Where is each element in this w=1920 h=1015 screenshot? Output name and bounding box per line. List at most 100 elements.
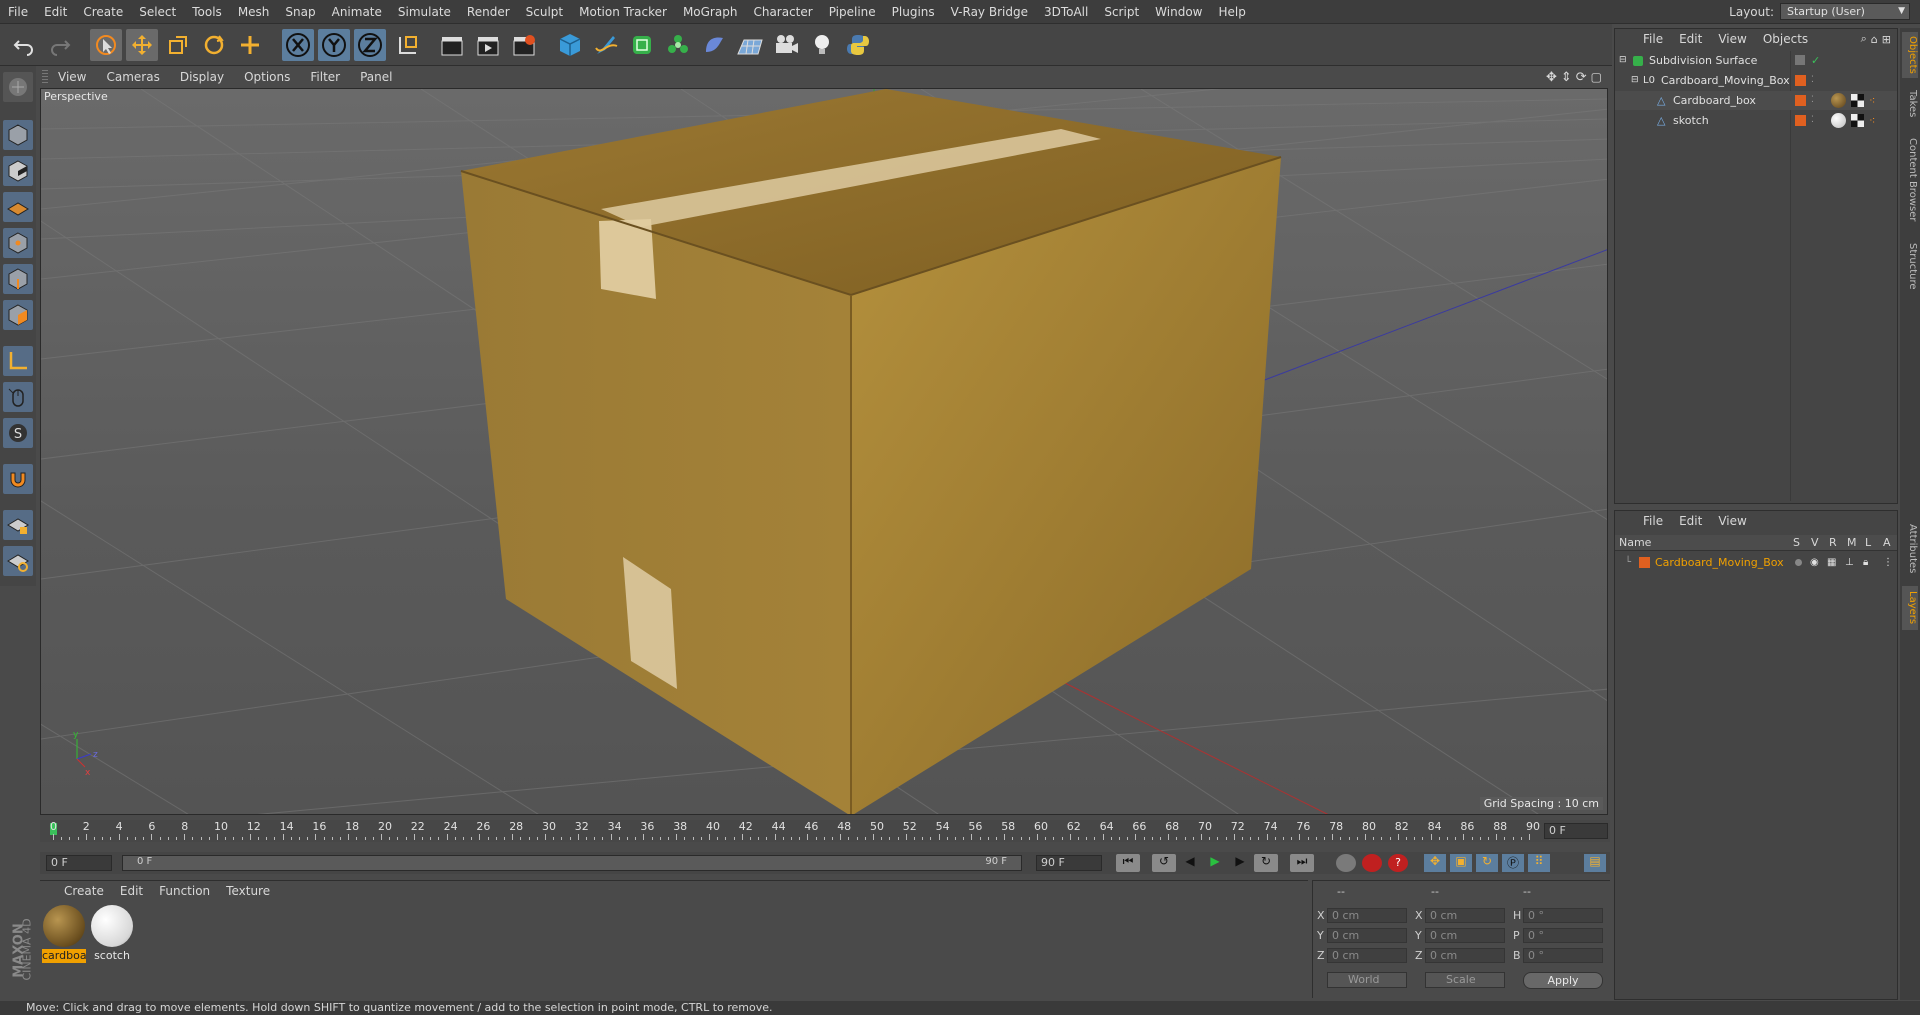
object-row-cardboard-box[interactable]: △ Cardboard_box ⁚ ⁖ xyxy=(1615,91,1897,110)
go-to-start-button[interactable]: ⏮ xyxy=(1116,854,1140,872)
object-row-skotch[interactable]: △ skotch ⁚ ⁖ xyxy=(1615,111,1897,130)
size-y-field[interactable]: 0 cm xyxy=(1425,928,1505,943)
end-frame-field[interactable]: 90 F xyxy=(1036,855,1102,871)
python-button[interactable] xyxy=(842,29,874,61)
make-editable-button[interactable] xyxy=(3,72,33,102)
rotate-tool-button[interactable] xyxy=(198,29,230,61)
collapse-icon[interactable]: ⊟ xyxy=(1619,51,1627,70)
layer-color-icon[interactable] xyxy=(1639,557,1650,568)
menu-help[interactable]: Help xyxy=(1210,0,1253,24)
scale-tool-button[interactable] xyxy=(162,29,194,61)
visible-eye-icon[interactable]: ◉ xyxy=(1810,553,1819,572)
coordinate-system-button[interactable] xyxy=(392,29,424,61)
tab-layers[interactable]: Layers xyxy=(1902,586,1918,630)
tweak-mode-button[interactable] xyxy=(3,382,33,412)
y-axis-button[interactable] xyxy=(318,29,350,61)
tab-content-browser[interactable]: Content Browser xyxy=(1902,128,1918,232)
menu-mesh[interactable]: Mesh xyxy=(230,0,278,24)
polygons-mode-button[interactable] xyxy=(3,300,33,330)
workplane-lock-button[interactable] xyxy=(3,510,33,540)
search-icon[interactable]: ⌕ xyxy=(1861,32,1867,46)
phong-tag-icon[interactable]: ⁖ xyxy=(1869,111,1875,130)
z-axis-button[interactable] xyxy=(354,29,386,61)
material-menu-edit[interactable]: Edit xyxy=(112,884,151,898)
pos-x-field[interactable]: 0 cm xyxy=(1327,908,1407,923)
uvw-tag-icon[interactable] xyxy=(1851,114,1864,127)
checkmark-icon[interactable]: ✓ xyxy=(1811,51,1820,70)
menu-sculpt[interactable]: Sculpt xyxy=(518,0,571,24)
record-key-button[interactable] xyxy=(1336,854,1356,872)
key-parameter-button[interactable]: Ⓟ xyxy=(1502,854,1524,872)
render-clapper-icon[interactable]: ▦ xyxy=(1827,553,1836,572)
menu-simulate[interactable]: Simulate xyxy=(390,0,459,24)
start-frame-field[interactable]: 0 F xyxy=(46,855,112,871)
render-picture-viewer-button[interactable] xyxy=(472,29,504,61)
play-button[interactable]: ▶ xyxy=(1204,854,1226,872)
menu-script[interactable]: Script xyxy=(1096,0,1147,24)
viewport-menu-view[interactable]: View xyxy=(48,67,96,87)
object-menu-view[interactable]: View xyxy=(1710,32,1754,46)
menu-window[interactable]: Window xyxy=(1147,0,1210,24)
previous-key-button[interactable]: ↺ xyxy=(1152,854,1176,872)
menu-animate[interactable]: Animate xyxy=(324,0,390,24)
add-mograph-button[interactable] xyxy=(662,29,694,61)
size-x-field[interactable]: 0 cm xyxy=(1425,908,1505,923)
key-rotation-button[interactable]: ↻ xyxy=(1476,854,1498,872)
tab-attributes[interactable]: Attributes xyxy=(1902,516,1918,582)
menu-create[interactable]: Create xyxy=(75,0,131,24)
layer-row[interactable]: └ Cardboard_Moving_Box ◉ ▦ ⊥ 🔒︎ ⋮ xyxy=(1615,553,1897,572)
size-mode-dropdown[interactable]: Scale xyxy=(1425,972,1505,988)
redo-button[interactable] xyxy=(44,29,76,61)
go-to-end-button[interactable]: ⏭ xyxy=(1290,854,1314,872)
texture-mode-button[interactable] xyxy=(3,156,33,186)
menu-vray-bridge[interactable]: V-Ray Bridge xyxy=(943,0,1036,24)
animation-icon[interactable]: ⋮ xyxy=(1883,553,1893,572)
menu-pipeline[interactable]: Pipeline xyxy=(821,0,884,24)
move-tool-button[interactable] xyxy=(126,29,158,61)
snap-button[interactable] xyxy=(3,464,33,494)
tab-takes[interactable]: Takes xyxy=(1902,84,1918,124)
add-cube-button[interactable] xyxy=(554,29,586,61)
add-light-button[interactable] xyxy=(806,29,838,61)
visibility-dots-icon[interactable]: ⁚ xyxy=(1811,91,1814,110)
layer-color-icon[interactable] xyxy=(1795,75,1806,86)
apply-button[interactable]: Apply xyxy=(1523,972,1603,989)
pos-z-field[interactable]: 0 cm xyxy=(1327,948,1407,963)
viewport-maximize-icon[interactable]: ▢ xyxy=(1591,70,1602,84)
new-window-icon[interactable]: ⊞ xyxy=(1882,33,1891,46)
object-menu-objects[interactable]: Objects xyxy=(1755,32,1816,46)
object-menu-file[interactable]: File xyxy=(1635,32,1671,46)
viewport-menu-options[interactable]: Options xyxy=(234,67,300,87)
recent-tool-button[interactable] xyxy=(234,29,266,61)
timeline-window-button[interactable]: ▤ xyxy=(1584,854,1606,872)
render-settings-button[interactable] xyxy=(508,29,540,61)
material-scotch[interactable]: scotch xyxy=(90,905,134,963)
menu-3dtoall[interactable]: 3DToAll xyxy=(1036,0,1096,24)
solo-dot-icon[interactable] xyxy=(1795,559,1802,566)
keyframe-selection-button[interactable]: ? xyxy=(1388,854,1408,872)
timeline-ruler[interactable]: 0 2 4 6 8 10 12 14 16 18 20 22 24 26 28 30 32 34 36 38 40 42 4… xyxy=(40,820,1610,842)
3d-viewport[interactable]: y z x Perspective Grid Spacing : 10 cm xyxy=(40,88,1608,815)
viewport-pan-icon[interactable]: ✥ xyxy=(1546,70,1557,85)
visibility-dots-icon[interactable]: ⁚ xyxy=(1811,71,1814,90)
layer-menu-file[interactable]: File xyxy=(1635,514,1671,528)
menu-snap[interactable]: Snap xyxy=(277,0,323,24)
layout-dropdown[interactable]: Startup (User) ▼ xyxy=(1780,3,1910,20)
material-cardboard[interactable]: cardboa xyxy=(42,905,86,963)
viewport-menu-filter[interactable]: Filter xyxy=(300,67,350,87)
menu-file[interactable]: File xyxy=(0,0,36,24)
viewport-menu-cameras[interactable]: Cameras xyxy=(96,67,169,87)
viewport-menu-display[interactable]: Display xyxy=(170,67,234,87)
solo-mode-button[interactable]: S xyxy=(3,418,33,448)
key-pla-button[interactable]: ⠿ xyxy=(1528,854,1550,872)
add-deformer-button[interactable] xyxy=(698,29,730,61)
phong-tag-icon[interactable]: ⁖ xyxy=(1869,91,1875,110)
menu-motion-tracker[interactable]: Motion Tracker xyxy=(571,0,675,24)
workplane-align-button[interactable] xyxy=(3,546,33,576)
add-generator-button[interactable] xyxy=(626,29,658,61)
viewport-zoom-icon[interactable]: ⇕ xyxy=(1561,70,1572,85)
material-menu-function[interactable]: Function xyxy=(151,884,218,898)
time-range-slider[interactable]: 0 F 90 F xyxy=(122,855,1022,871)
uvw-tag-icon[interactable] xyxy=(1851,94,1864,107)
edges-mode-button[interactable] xyxy=(3,264,33,294)
